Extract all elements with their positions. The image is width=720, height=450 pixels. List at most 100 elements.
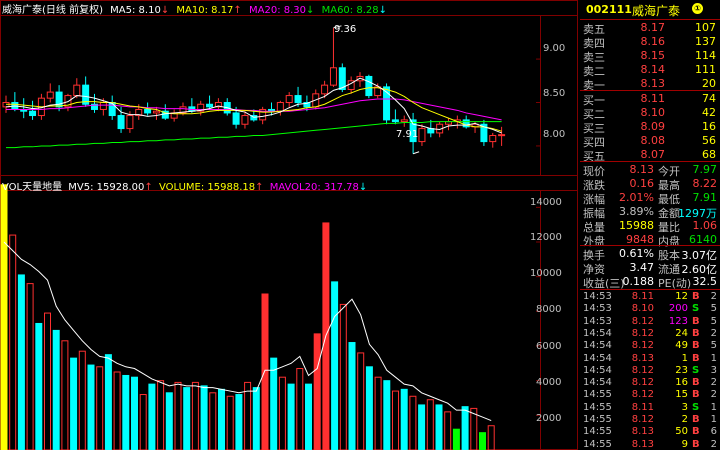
tick-volume: 50 [675,426,688,438]
candle-body [329,67,337,86]
volume-bar [305,383,312,450]
order-price: 8.07 [640,148,666,161]
volume-bar [113,371,121,450]
fundamental-row: 收益(三) 0.188 PE(动) 32.5 [580,275,720,290]
tick-count: 6 [710,426,717,438]
ma60-label: MA60: 8.28 [321,5,379,16]
tick-time: 14:54 [583,364,612,376]
candle-body [241,115,249,125]
ma20-arrow: ↓ [306,5,315,16]
volume-bar [17,274,25,450]
quote-row: 振幅 3.89% 金额 1297万 [580,205,720,220]
tick-count: 3 [710,364,717,376]
candle-body [365,75,373,97]
tick-count: 2 [710,291,717,302]
badge-icon: ① [692,3,703,14]
quote-value: 2.01% [619,191,654,204]
volume-bar [235,394,243,450]
tick-price: 8.12 [631,377,654,389]
volume-bar [313,333,321,450]
quote-value: 1.06 [692,219,718,232]
tick-price: 8.11 [631,291,654,302]
tick-volume: 200 [668,303,688,315]
volume-bar [409,395,417,450]
sell-row: 卖一 8.13 20 [580,77,720,92]
order-volume: 56 [702,134,716,147]
volume-bar [270,357,278,450]
fundamental-value: 32.5 [692,275,718,288]
volume-bar [209,392,217,450]
tick-count: 1 [710,414,717,425]
tick-row[interactable]: 14:55 8.13 9 B 2 [580,439,720,450]
buy-row: 买五 8.07 68 [580,148,720,163]
price-tick-label: 9.00 [543,43,566,54]
mv5-label: MV5: 15928.00 [68,182,145,193]
volume-bar [226,395,234,450]
candle-body [99,102,107,110]
candle-body [46,91,54,99]
volume-bar [392,390,399,450]
order-price: 8.16 [640,35,666,48]
candle-body [391,119,399,123]
candle-body [498,134,506,137]
order-price: 8.08 [640,134,666,147]
tick-flag: B [692,327,700,339]
candle-body [232,112,240,125]
quote-value: 3.89% [619,205,654,218]
order-volume: 74 [702,92,716,105]
tick-volume: 123 [668,315,688,327]
quote-value: 8.13 [629,163,655,176]
tick-flag: B [692,389,700,401]
volume-label: VOLUME: 15988.18 [158,182,256,193]
divider [580,161,720,162]
tick-volume: 12 [675,291,688,302]
low-annotation: 7.91 [396,129,419,140]
chart-panel[interactable]: 威海广泰(日线 前复权) MA5: 8.10↓ MA10: 8.17↑ MA20… [0,0,578,450]
ma5-line [5,77,502,134]
sell-row: 卖二 8.14 111 [580,63,720,78]
volume-bar [365,366,373,450]
order-volume: 114 [695,49,716,62]
volume-bar [331,281,339,450]
tick-price: 8.13 [631,426,654,438]
divider [580,90,720,91]
stock-name: 威海广泰 [632,4,681,18]
kline-chart[interactable] [0,0,578,450]
candle-body [126,115,134,130]
order-price: 8.17 [640,21,666,34]
volume-bar [26,283,34,450]
tick-time: 14:55 [583,414,612,425]
candle-body [144,108,152,114]
buy-row: 买二 8.10 42 [580,106,720,121]
tick-volume: 2 [681,414,688,425]
candle-body [29,110,37,117]
chart-frame [0,0,578,450]
tick-time: 14:54 [583,340,612,352]
tick-flag: B [692,291,700,302]
volume-bar [383,380,391,450]
mv5-arrow: ↑ [144,182,153,193]
volume-bar [78,350,86,450]
volume-tick-label: 14000 [530,197,562,208]
order-volume: 20 [702,77,716,90]
quote-value: 8.22 [692,177,718,190]
volume-bar [418,404,426,450]
order-price: 8.10 [640,106,666,119]
order-price: 8.13 [640,77,666,90]
divider [580,245,720,246]
sell-row: 卖四 8.16 137 [580,35,720,50]
mavol20-arrow: ↓ [358,182,368,193]
candle-body [400,119,408,123]
high-annotation: 9.36 [334,24,357,35]
quote-row: 现价 8.13 今开 7.97 [580,163,720,178]
tick-flag: S [692,303,700,315]
tick-time: 14:55 [583,438,612,450]
tick-price: 8.12 [631,389,654,401]
tick-flag: B [692,377,700,389]
tick-count: 2 [710,438,717,450]
order-volume: 16 [702,120,716,133]
stock-code: 002111 [586,3,632,16]
candle-body [418,128,426,143]
quote-panel: 002111 威海广泰 ① 卖五 8.17 107 卖四 8.16 137 卖三 8.15 11… [580,0,720,450]
volume-bar [44,312,51,450]
